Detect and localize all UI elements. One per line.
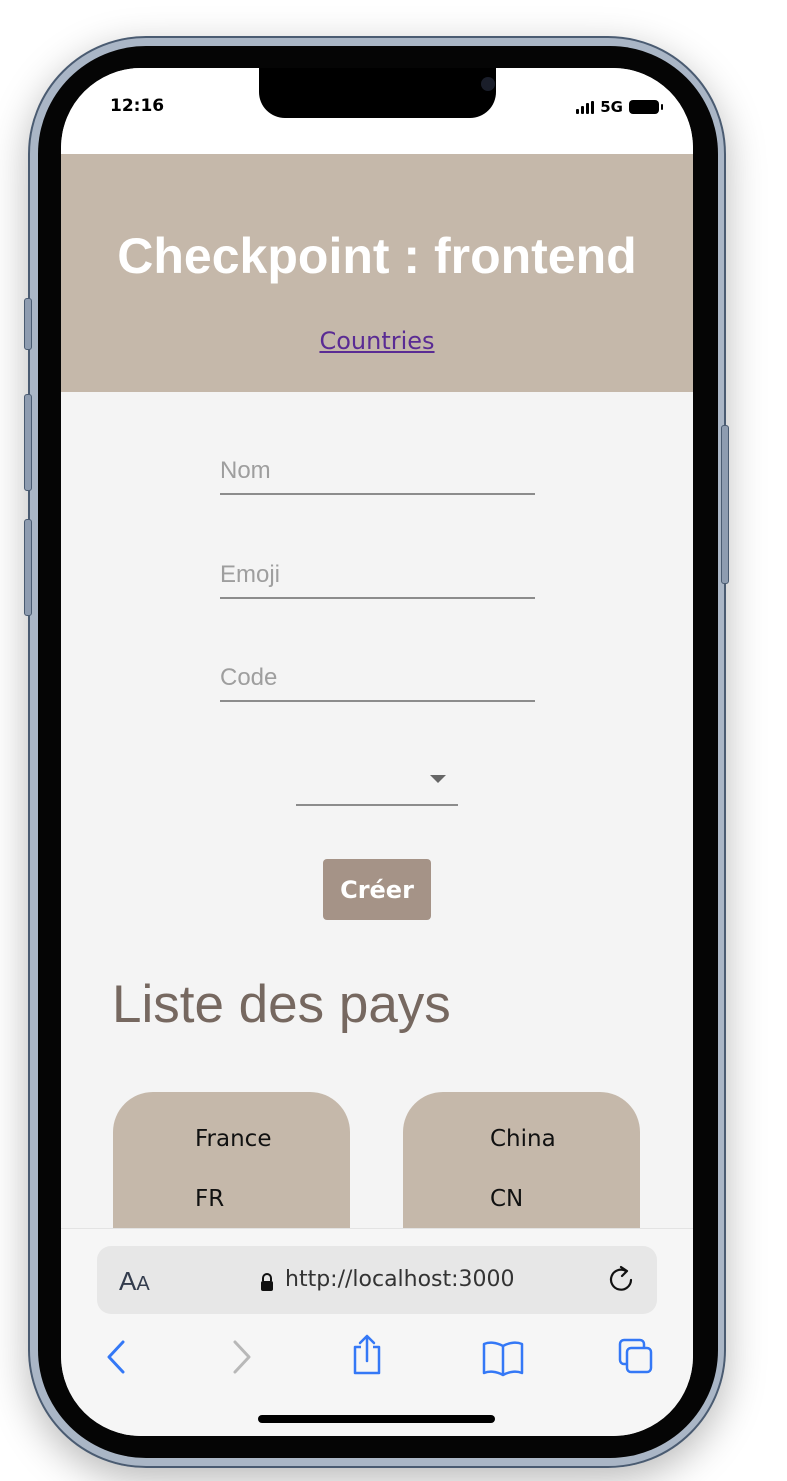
notch — [259, 68, 496, 118]
nom-field — [220, 449, 535, 495]
app-header: Checkpoint : frontend Countries — [61, 154, 693, 392]
bookmarks-icon[interactable] — [481, 1339, 525, 1379]
countries-link[interactable]: Countries — [61, 327, 693, 355]
country-name: China — [490, 1126, 556, 1152]
phone-screen: 12:16 5G Checkpoint : frontend Countries… — [61, 68, 693, 1436]
volume-down-button — [24, 519, 32, 616]
url-text: http://localhost:3000 — [285, 1267, 515, 1292]
country-code: FR — [195, 1186, 225, 1212]
forward-icon[interactable] — [221, 1337, 257, 1377]
create-button[interactable]: Créer — [323, 859, 431, 920]
emoji-field — [220, 553, 535, 599]
power-button — [721, 425, 729, 584]
dropdown-arrow-icon — [430, 775, 446, 783]
status-indicators: 5G — [576, 98, 663, 116]
continent-select[interactable] — [296, 758, 458, 806]
home-indicator — [258, 1415, 495, 1423]
front-camera — [481, 77, 495, 91]
page-title: Checkpoint : frontend — [117, 228, 637, 284]
back-icon[interactable] — [101, 1337, 137, 1377]
lock-icon — [259, 1272, 275, 1296]
reload-icon[interactable] — [607, 1265, 635, 1299]
code-field — [220, 656, 535, 702]
nom-input[interactable] — [220, 449, 535, 493]
status-bar: 12:16 5G — [61, 68, 693, 155]
address-bar[interactable]: AA http://localhost:3000 — [97, 1246, 657, 1314]
battery-icon — [629, 100, 663, 114]
tabs-icon[interactable] — [617, 1337, 653, 1377]
status-time: 12:16 — [110, 96, 165, 116]
section-title: Liste des pays — [112, 975, 451, 1034]
country-code: CN — [490, 1186, 524, 1212]
volume-up-button — [24, 394, 32, 491]
code-input[interactable] — [220, 656, 535, 700]
signal-icon — [576, 100, 595, 114]
browser-toolbar: AA http://localhost:3000 — [61, 1228, 693, 1436]
network-type: 5G — [600, 98, 623, 116]
share-icon[interactable] — [349, 1333, 385, 1375]
text-size-button[interactable]: AA — [119, 1266, 150, 1297]
mute-switch — [24, 298, 32, 350]
emoji-input[interactable] — [220, 553, 535, 597]
country-name: France — [195, 1126, 272, 1152]
